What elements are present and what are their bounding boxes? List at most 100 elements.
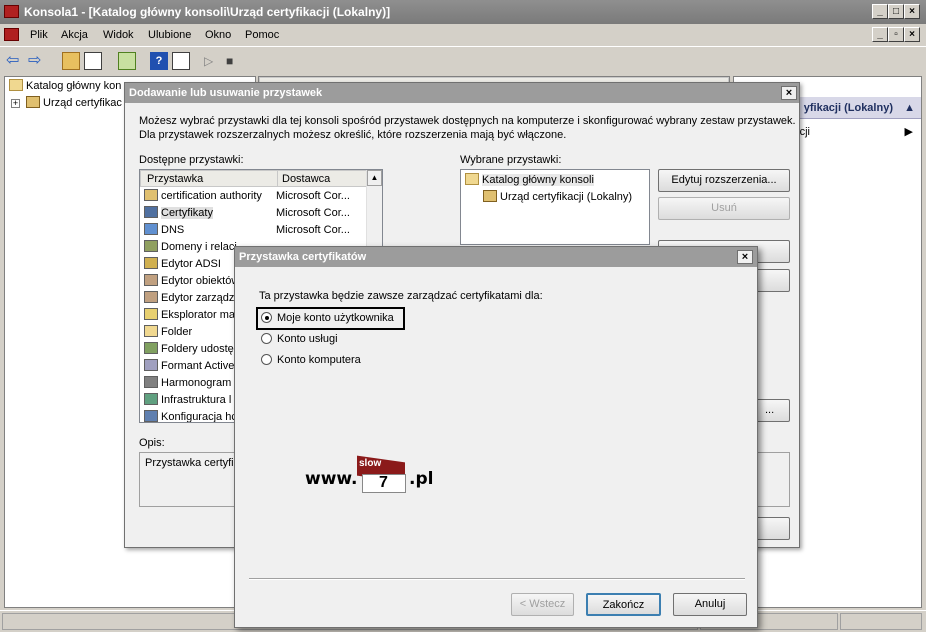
snapin-name: Foldery udostę (161, 343, 234, 355)
selected-child-item[interactable]: Urząd certyfikacji (Lokalny) (483, 189, 632, 206)
radio-button[interactable] (261, 354, 272, 365)
snapin-name: Edytor obiektów (161, 275, 240, 287)
window-title-bar: Konsola1 - [Katalog główny konsoli\Urząd… (0, 0, 926, 24)
console-tree-icon[interactable] (84, 52, 102, 70)
finish-button[interactable]: Zakończ (586, 593, 661, 616)
option-service-account[interactable]: Konto usługi (261, 333, 338, 345)
console-app-icon (4, 5, 19, 18)
menu-pomoc[interactable]: Pomoc (245, 29, 279, 41)
doc-restore-button[interactable]: ▫ (888, 27, 904, 42)
col-vendor-header[interactable]: Dostawca (282, 173, 330, 185)
certificate-authority-icon (26, 96, 40, 108)
snapin-icon (144, 240, 158, 252)
back-arrow-icon[interactable]: ⇦ (6, 52, 24, 70)
back-button[interactable]: < Wstecz (511, 593, 574, 616)
edit-extensions-button[interactable]: Edytuj rozszerzenia... (658, 169, 790, 192)
start-icon[interactable]: ▷ (204, 52, 222, 70)
remove-button[interactable]: Usuń (658, 197, 790, 220)
doc-minimize-button[interactable]: _ (872, 27, 888, 42)
snapin-icon (144, 223, 158, 235)
selected-snapins-list[interactable]: Katalog główny konsoli Urząd certyfikacj… (460, 169, 650, 245)
action-pane-icon[interactable] (172, 52, 190, 70)
logo-prefix: www. (305, 469, 358, 489)
snapin-name: Edytor zarządz (161, 292, 235, 304)
snapin-name: Folder (161, 326, 193, 338)
snapin-name: Domeny i relacj (161, 241, 237, 253)
snapin-row[interactable]: DNS Microsoft Cor... (144, 222, 364, 239)
minimize-button[interactable]: _ (872, 4, 888, 19)
snapin-vendor: Microsoft Cor... (276, 207, 350, 219)
submenu-arrow-icon: ▶ (904, 126, 913, 138)
col-snapin-header[interactable]: Przystawka (147, 173, 203, 185)
snapin-name: Edytor ADSI (161, 258, 221, 270)
tree-root-item[interactable]: Katalog główny kon (9, 79, 121, 92)
collapse-up-icon[interactable]: ▲ (904, 97, 915, 118)
menu-bar: Plik Akcja Widok Ulubione Okno Pomoc _ ▫… (0, 24, 926, 46)
export-list-icon[interactable] (118, 52, 136, 70)
help-icon[interactable]: ? (150, 52, 168, 70)
tree-child-label: Urząd certyfikac (43, 97, 122, 109)
window-title: Konsola1 - [Katalog główny konsoli\Urząd… (24, 5, 391, 19)
add-dialog-intro-1: Możesz wybrać przystawki dla tej konsoli… (139, 115, 796, 127)
close-button[interactable]: × (904, 4, 920, 19)
snapin-icon (144, 257, 158, 269)
menu-okno[interactable]: Okno (205, 29, 231, 41)
snapin-vendor: Microsoft Cor... (276, 190, 350, 202)
cancel-button[interactable]: Anuluj (673, 593, 747, 616)
snapin-vendor: Microsoft Cor... (276, 224, 350, 236)
menu-plik[interactable]: Plik (30, 29, 48, 41)
snapin-icon (144, 189, 158, 201)
snapin-icon (144, 308, 158, 320)
certificate-authority-icon (483, 190, 497, 202)
maximize-button[interactable]: □ (888, 4, 904, 19)
snapin-row[interactable]: Certyfikaty Microsoft Cor... (144, 205, 364, 222)
actions-header-label: yfikacji (Lokalny) (803, 102, 893, 114)
menu-ulubione[interactable]: Ulubione (148, 29, 191, 41)
option-computer-account[interactable]: Konto komputera (261, 354, 361, 366)
document-icon (4, 28, 19, 41)
snapin-name: Eksplorator ma (161, 309, 235, 321)
selected-root-label: Katalog główny konsoli (482, 174, 594, 186)
cert-dialog-title: Przystawka certyfikatów (239, 251, 367, 263)
add-dialog-title-bar: Dodawanie lub usuwanie przystawek (125, 83, 799, 103)
description-label: Opis: (139, 437, 165, 449)
scroll-up-icon[interactable]: ▲ (367, 170, 382, 186)
stop-icon[interactable]: ■ (226, 52, 244, 70)
cert-dialog-close-icon[interactable]: × (737, 250, 753, 264)
menu-widok[interactable]: Widok (103, 29, 134, 41)
selected-child-label: Urząd certyfikacji (Lokalny) (500, 191, 633, 203)
snapin-icon (144, 410, 158, 422)
snapin-icon (144, 206, 158, 218)
snapin-row[interactable]: certification authority Microsoft Cor... (144, 188, 364, 205)
cert-dialog-title-bar: Przystawka certyfikatów (235, 247, 757, 267)
snapin-name: Konfiguracja hc (161, 411, 237, 423)
add-dialog-intro-2: Dla przystawek rozszerzalnych możesz okr… (139, 129, 567, 141)
description-text: Przystawka certyfi (145, 457, 234, 469)
add-dialog-close-icon[interactable]: × (781, 86, 797, 100)
logo-badge-top: slow (359, 458, 382, 469)
menu-akcja[interactable]: Akcja (61, 29, 88, 41)
tree-child-item[interactable]: + Urząd certyfikac (11, 96, 122, 109)
option-service-account-label: Konto usługi (277, 333, 338, 345)
cert-dialog-prompt: Ta przystawka będzie zawsze zarządzać ce… (259, 290, 543, 302)
option-my-user-account[interactable]: Moje konto użytkownika (261, 312, 394, 324)
option-my-user-account-label: Moje konto użytkownika (277, 312, 394, 324)
expand-icon[interactable]: + (11, 99, 20, 108)
certificates-snapin-dialog: Przystawka certyfikatów × Ta przystawka … (234, 246, 758, 628)
up-folder-icon[interactable] (62, 52, 80, 70)
radio-button[interactable] (261, 312, 272, 323)
status-panel-3 (840, 613, 922, 630)
folder-icon (9, 79, 23, 91)
snapin-name: Certyfikaty (161, 207, 213, 219)
selected-root-item[interactable]: Katalog główny konsoli (465, 172, 594, 189)
snapin-icon (144, 274, 158, 286)
snapin-icon (144, 342, 158, 354)
divider (249, 578, 745, 580)
radio-button[interactable] (261, 333, 272, 344)
forward-arrow-icon[interactable]: ⇨ (28, 52, 46, 70)
snapin-name: Infrastruktura l (161, 394, 232, 406)
snapin-icon (144, 376, 158, 388)
folder-icon (465, 173, 479, 185)
snapin-icon (144, 325, 158, 337)
doc-close-button[interactable]: × (904, 27, 920, 42)
